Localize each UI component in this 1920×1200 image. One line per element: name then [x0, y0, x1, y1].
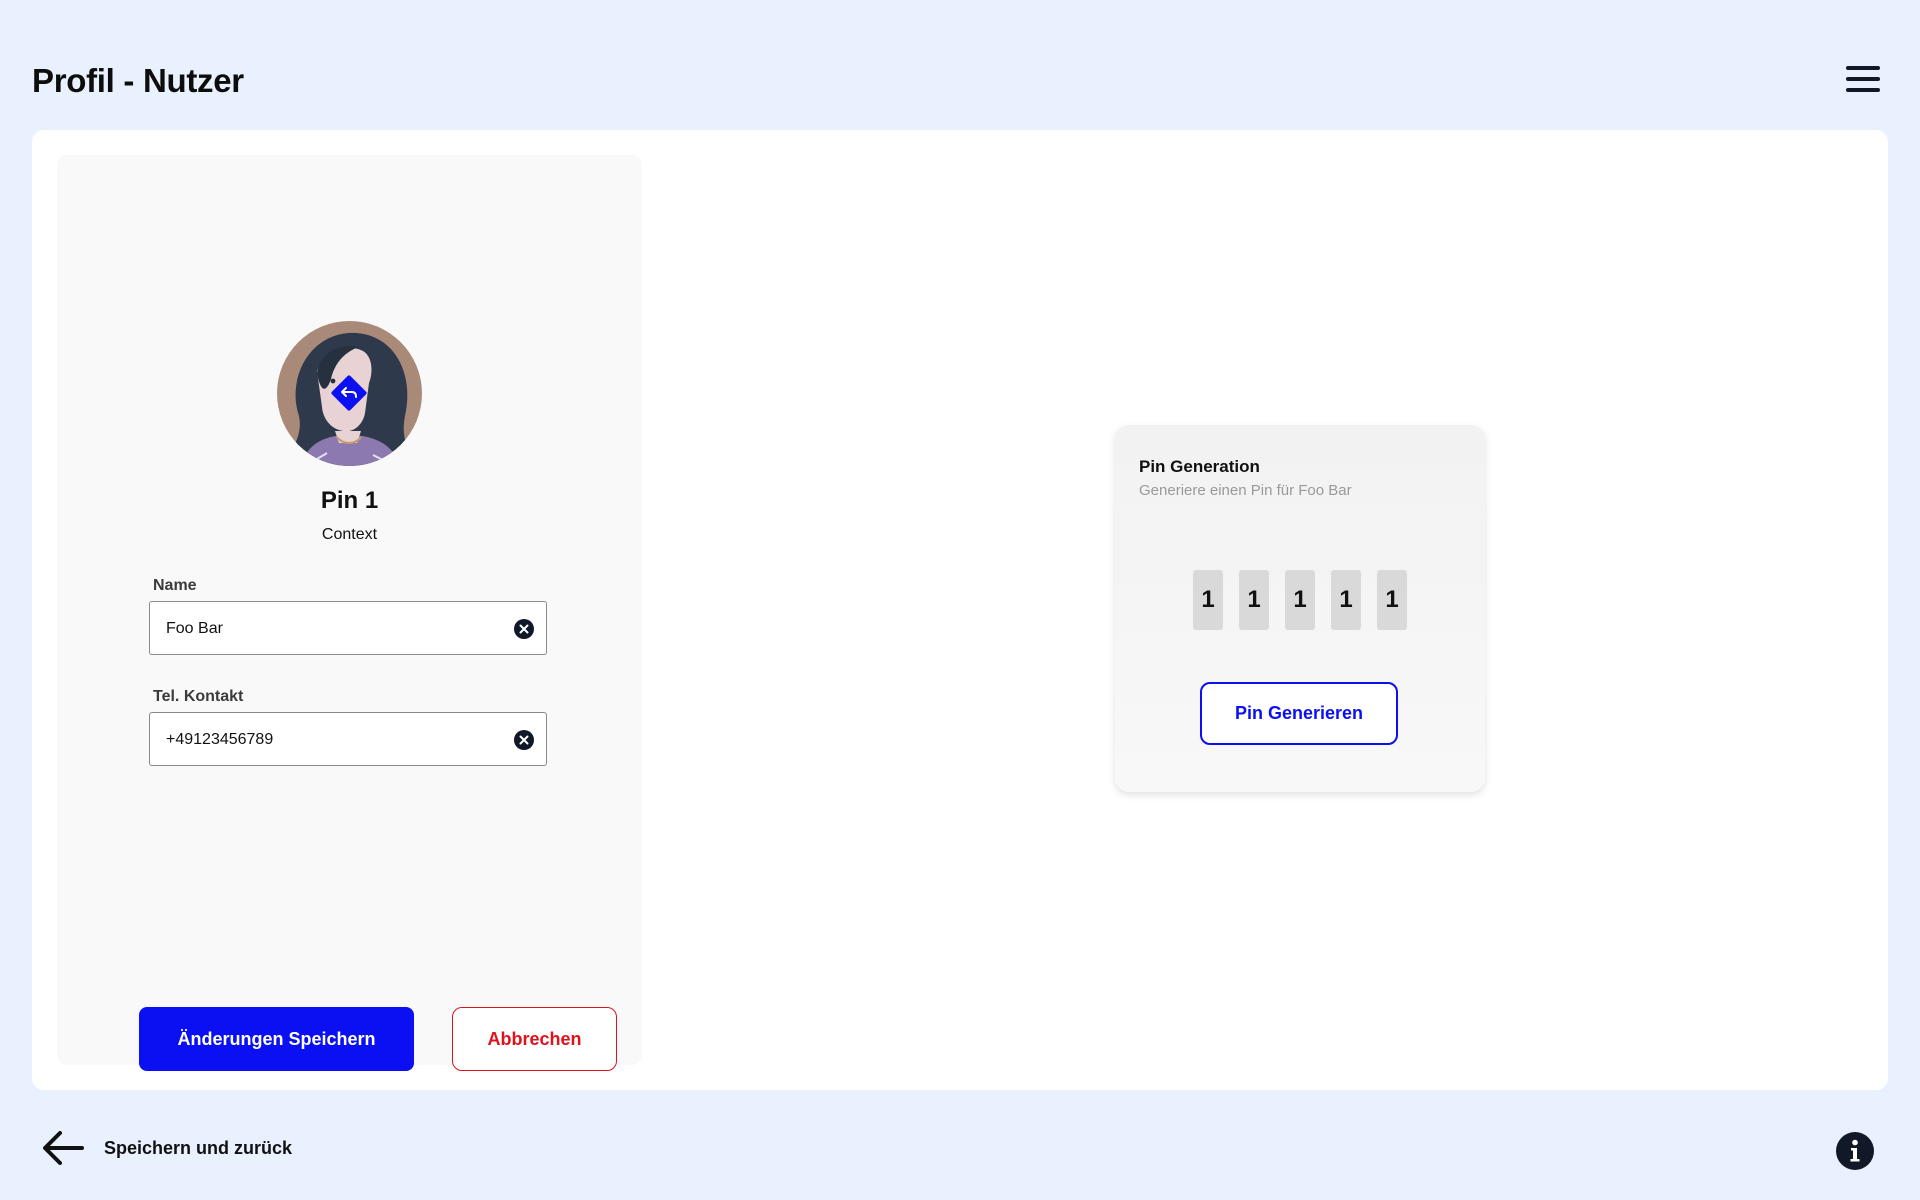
- profile-card: Pin 1 Context Name Tel. Kontakt Änderun: [57, 155, 642, 1071]
- profile-title: Pin 1: [320, 487, 379, 514]
- swap-arrow-icon[interactable]: [327, 371, 371, 415]
- clear-icon[interactable]: [514, 730, 534, 750]
- cancel-button[interactable]: Abbrechen: [452, 1007, 617, 1071]
- info-icon[interactable]: [1836, 1132, 1874, 1170]
- arrow-left-icon: [43, 1131, 84, 1165]
- pin-digits: 1 1 1 1 1: [1193, 570, 1407, 630]
- name-input[interactable]: [164, 602, 498, 655]
- save-changes-button[interactable]: Änderungen Speichern: [139, 1007, 414, 1071]
- pin-card-subtitle: Generiere einen Pin für Foo Bar: [1139, 482, 1352, 499]
- generate-pin-button[interactable]: Pin Generieren: [1200, 682, 1398, 745]
- main-panel: Pin 1 Context Name Tel. Kontakt Änderun: [32, 130, 1888, 1090]
- hamburger-menu-icon[interactable]: [1846, 64, 1882, 96]
- phone-label: Tel. Kontakt: [153, 688, 244, 705]
- page-title: Profil - Nutzer: [32, 62, 244, 99]
- save-and-back-link[interactable]: Speichern und zurück: [42, 1130, 292, 1166]
- back-label: Speichern und zurück: [104, 1137, 293, 1158]
- profile-context: Context: [321, 526, 378, 543]
- pin-digit: 1: [1193, 570, 1223, 630]
- pin-digit: 1: [1285, 570, 1315, 630]
- phone-field: [149, 712, 547, 766]
- clear-icon[interactable]: [514, 619, 534, 639]
- pin-generation-card: Pin Generation Generiere einen Pin für F…: [1115, 425, 1485, 792]
- name-field: [149, 601, 547, 655]
- pin-card-title: Pin Generation: [1139, 457, 1260, 476]
- phone-input[interactable]: [164, 713, 498, 766]
- pin-digit: 1: [1331, 570, 1361, 630]
- pin-digit: 1: [1239, 570, 1269, 630]
- pin-digit: 1: [1377, 570, 1407, 630]
- name-label: Name: [153, 577, 197, 594]
